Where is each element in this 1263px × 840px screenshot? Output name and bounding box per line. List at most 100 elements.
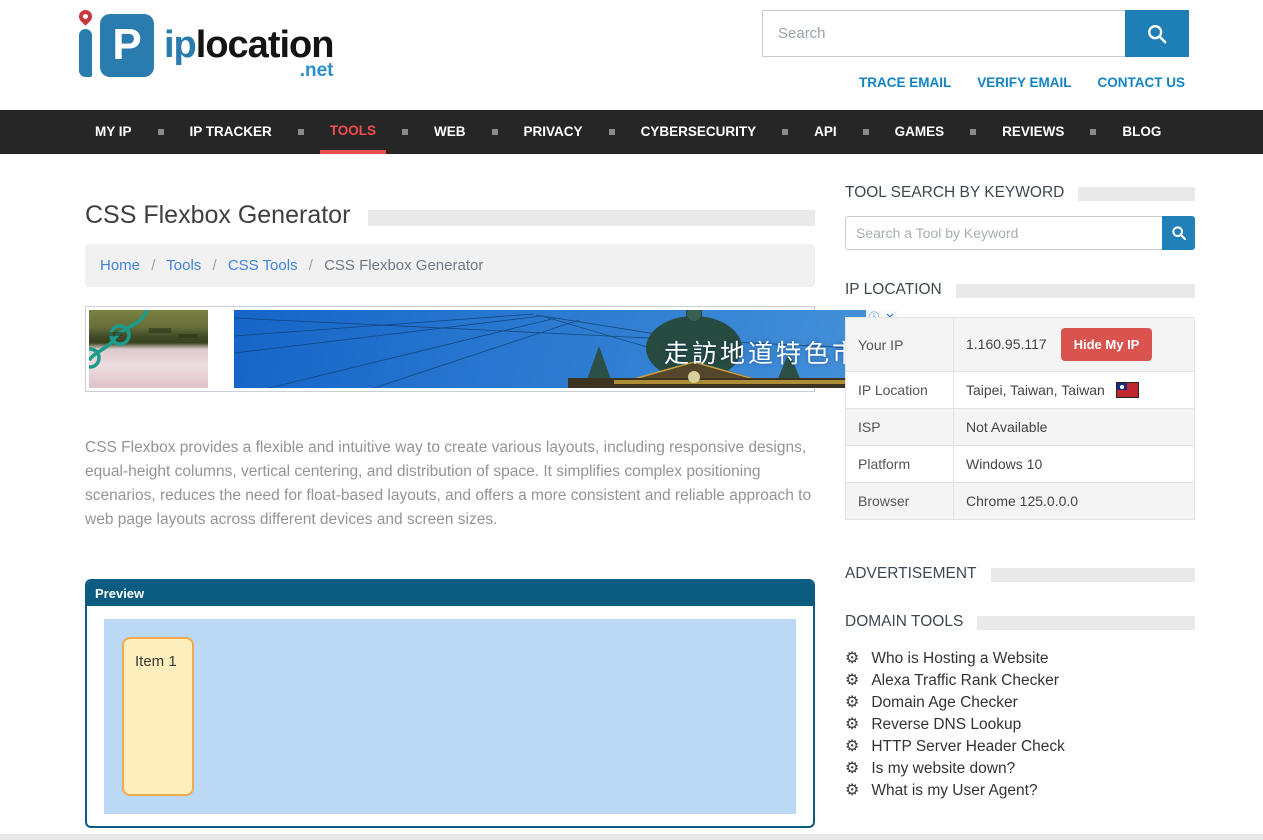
table-row-isp: ISP Not Available xyxy=(846,409,1195,446)
header-search-button[interactable] xyxy=(1125,10,1189,57)
breadcrumb-separator: / xyxy=(309,257,313,274)
nav-separator xyxy=(609,129,615,135)
trace-email-link[interactable]: TRACE EMAIL xyxy=(859,75,951,90)
preview-panel: Preview Item 1 xyxy=(85,579,815,828)
footer-strip xyxy=(0,834,1263,840)
nav-item-tools[interactable]: TOOLS xyxy=(320,110,386,154)
nav-item-api[interactable]: API xyxy=(804,110,847,154)
flex-preview-item-1[interactable]: Item 1 xyxy=(122,637,194,796)
flag-sun xyxy=(1120,385,1124,389)
domain-tools-heading: DOMAIN TOOLS xyxy=(845,613,1195,631)
taiwan-flag-icon xyxy=(1117,383,1138,397)
domain-tool-website-down[interactable]: ⚙ Is my website down? xyxy=(845,758,1195,780)
nav-item-my-ip[interactable]: MY IP xyxy=(85,110,142,154)
nav-item-privacy[interactable]: PRIVACY xyxy=(514,110,593,154)
nav-item-web[interactable]: WEB xyxy=(424,110,476,154)
nav-separator xyxy=(158,129,164,135)
advertisement-heading: ADVERTISEMENT xyxy=(845,565,1195,583)
gear-icon: ⚙ xyxy=(845,783,859,799)
domain-tool-domain-age[interactable]: ⚙ Domain Age Checker xyxy=(845,692,1195,714)
domain-tool-label: Is my website down? xyxy=(871,760,1015,778)
contact-us-link[interactable]: CONTACT US xyxy=(1098,75,1186,90)
nav-separator xyxy=(782,129,788,135)
nav-item-games[interactable]: GAMES xyxy=(885,110,955,154)
row-value: Not Available xyxy=(954,409,1195,446)
nav-item-ip-tracker[interactable]: IP TRACKER xyxy=(180,110,282,154)
row-label: Browser xyxy=(846,483,954,520)
breadcrumb-css-tools[interactable]: CSS Tools xyxy=(228,257,298,274)
nav-separator xyxy=(970,129,976,135)
gear-icon: ⚙ xyxy=(845,673,859,689)
table-row-your-ip: Your IP 1.160.95.117 Hide My IP xyxy=(846,318,1195,372)
logo-mark: P xyxy=(78,8,160,80)
nav-item-cybersecurity[interactable]: CYBERSECURITY xyxy=(631,110,767,154)
ad-main-image: 走訪地道特色市集 ⓘ ✕ xyxy=(234,310,898,388)
gear-icon: ⚙ xyxy=(845,739,859,755)
ip-location-value: Taipei, Taiwan, Taiwan xyxy=(966,382,1105,398)
domain-tools-list: ⚙ Who is Hosting a Website ⚙ Alexa Traff… xyxy=(845,648,1195,802)
header-search-input[interactable] xyxy=(762,10,1125,57)
domain-tool-label: What is my User Agent? xyxy=(871,782,1037,800)
row-label: IP Location xyxy=(846,372,954,409)
ad-route-illustration xyxy=(89,310,208,388)
sidebar: TOOL SEARCH BY KEYWORD IP LOCATION Your … xyxy=(845,154,1195,802)
title-decoration-bar xyxy=(368,210,815,226)
breadcrumb-tools[interactable]: Tools xyxy=(166,257,201,274)
breadcrumb-home[interactable]: Home xyxy=(100,257,140,274)
page-title: CSS Flexbox Generator xyxy=(85,201,350,230)
header-search-form xyxy=(762,10,1189,57)
site-header: P iplocation .net TRACE EMAIL VERIFY EMA… xyxy=(0,0,1263,110)
domain-tool-reverse-dns[interactable]: ⚙ Reverse DNS Lookup xyxy=(845,714,1195,736)
nav-item-reviews[interactable]: REVIEWS xyxy=(992,110,1074,154)
row-label: Your IP xyxy=(846,318,954,372)
ad-left-image xyxy=(89,310,208,388)
domain-tool-user-agent[interactable]: ⚙ What is my User Agent? xyxy=(845,780,1195,802)
domain-tool-label: Domain Age Checker xyxy=(871,694,1017,712)
tool-search-button[interactable] xyxy=(1162,216,1195,250)
title-row: CSS Flexbox Generator xyxy=(85,201,815,230)
row-value: Taipei, Taiwan, Taiwan xyxy=(954,372,1195,409)
heading-decoration-bar xyxy=(991,568,1196,582)
tool-search-input[interactable] xyxy=(845,216,1162,250)
ad-banner[interactable]: 走訪地道特色市集 ⓘ ✕ xyxy=(85,306,815,392)
table-row-ip-location: IP Location Taipei, Taiwan, Taiwan xyxy=(846,372,1195,409)
main-nav: MY IP IP TRACKER TOOLS WEB PRIVACY CYBER… xyxy=(0,110,1263,154)
logo-text-tld: .net xyxy=(300,60,334,82)
nav-separator xyxy=(298,129,304,135)
ip-location-table: Your IP 1.160.95.117 Hide My IP IP Locat… xyxy=(845,317,1195,520)
site-logo[interactable]: P iplocation .net xyxy=(78,8,333,80)
nav-item-blog[interactable]: BLOG xyxy=(1112,110,1171,154)
domain-tool-label: HTTP Server Header Check xyxy=(871,738,1065,756)
tool-search-heading: TOOL SEARCH BY KEYWORD xyxy=(845,184,1195,202)
row-value: Chrome 125.0.0.0 xyxy=(954,483,1195,520)
your-ip-value: 1.160.95.117 xyxy=(966,336,1047,352)
domain-tool-who-is-hosting[interactable]: ⚙ Who is Hosting a Website xyxy=(845,648,1195,670)
hide-my-ip-button[interactable]: Hide My IP xyxy=(1061,328,1153,361)
verify-email-link[interactable]: VERIFY EMAIL xyxy=(977,75,1071,90)
domain-tool-alexa-rank[interactable]: ⚙ Alexa Traffic Rank Checker xyxy=(845,670,1195,692)
preview-panel-body: Item 1 xyxy=(87,606,813,827)
nav-separator xyxy=(863,129,869,135)
domain-tool-http-header[interactable]: ⚙ HTTP Server Header Check xyxy=(845,736,1195,758)
ip-location-heading: IP LOCATION xyxy=(845,281,1195,299)
tool-search-heading-label: TOOL SEARCH BY KEYWORD xyxy=(845,184,1064,202)
flex-preview-container: Item 1 xyxy=(104,619,796,814)
logo-text-ip: ip xyxy=(164,24,196,66)
row-label: ISP xyxy=(846,409,954,446)
header-links: TRACE EMAIL VERIFY EMAIL CONTACT US xyxy=(859,75,1185,90)
table-row-browser: Browser Chrome 125.0.0.0 xyxy=(846,483,1195,520)
heading-decoration-bar xyxy=(1078,187,1195,201)
nav-separator xyxy=(402,129,408,135)
logo-letter-p: P xyxy=(100,14,154,77)
preview-panel-header: Preview xyxy=(87,581,813,606)
content-column: CSS Flexbox Generator Home / Tools / CSS… xyxy=(85,154,815,828)
domain-tool-label: Reverse DNS Lookup xyxy=(871,716,1021,734)
search-icon xyxy=(1171,225,1187,241)
heading-decoration-bar xyxy=(977,616,1195,630)
domain-tool-label: Who is Hosting a Website xyxy=(871,650,1048,668)
domain-tool-label: Alexa Traffic Rank Checker xyxy=(871,672,1059,690)
table-row-platform: Platform Windows 10 xyxy=(846,446,1195,483)
breadcrumb-separator: / xyxy=(151,257,155,274)
row-label: Platform xyxy=(846,446,954,483)
gear-icon: ⚙ xyxy=(845,651,859,667)
